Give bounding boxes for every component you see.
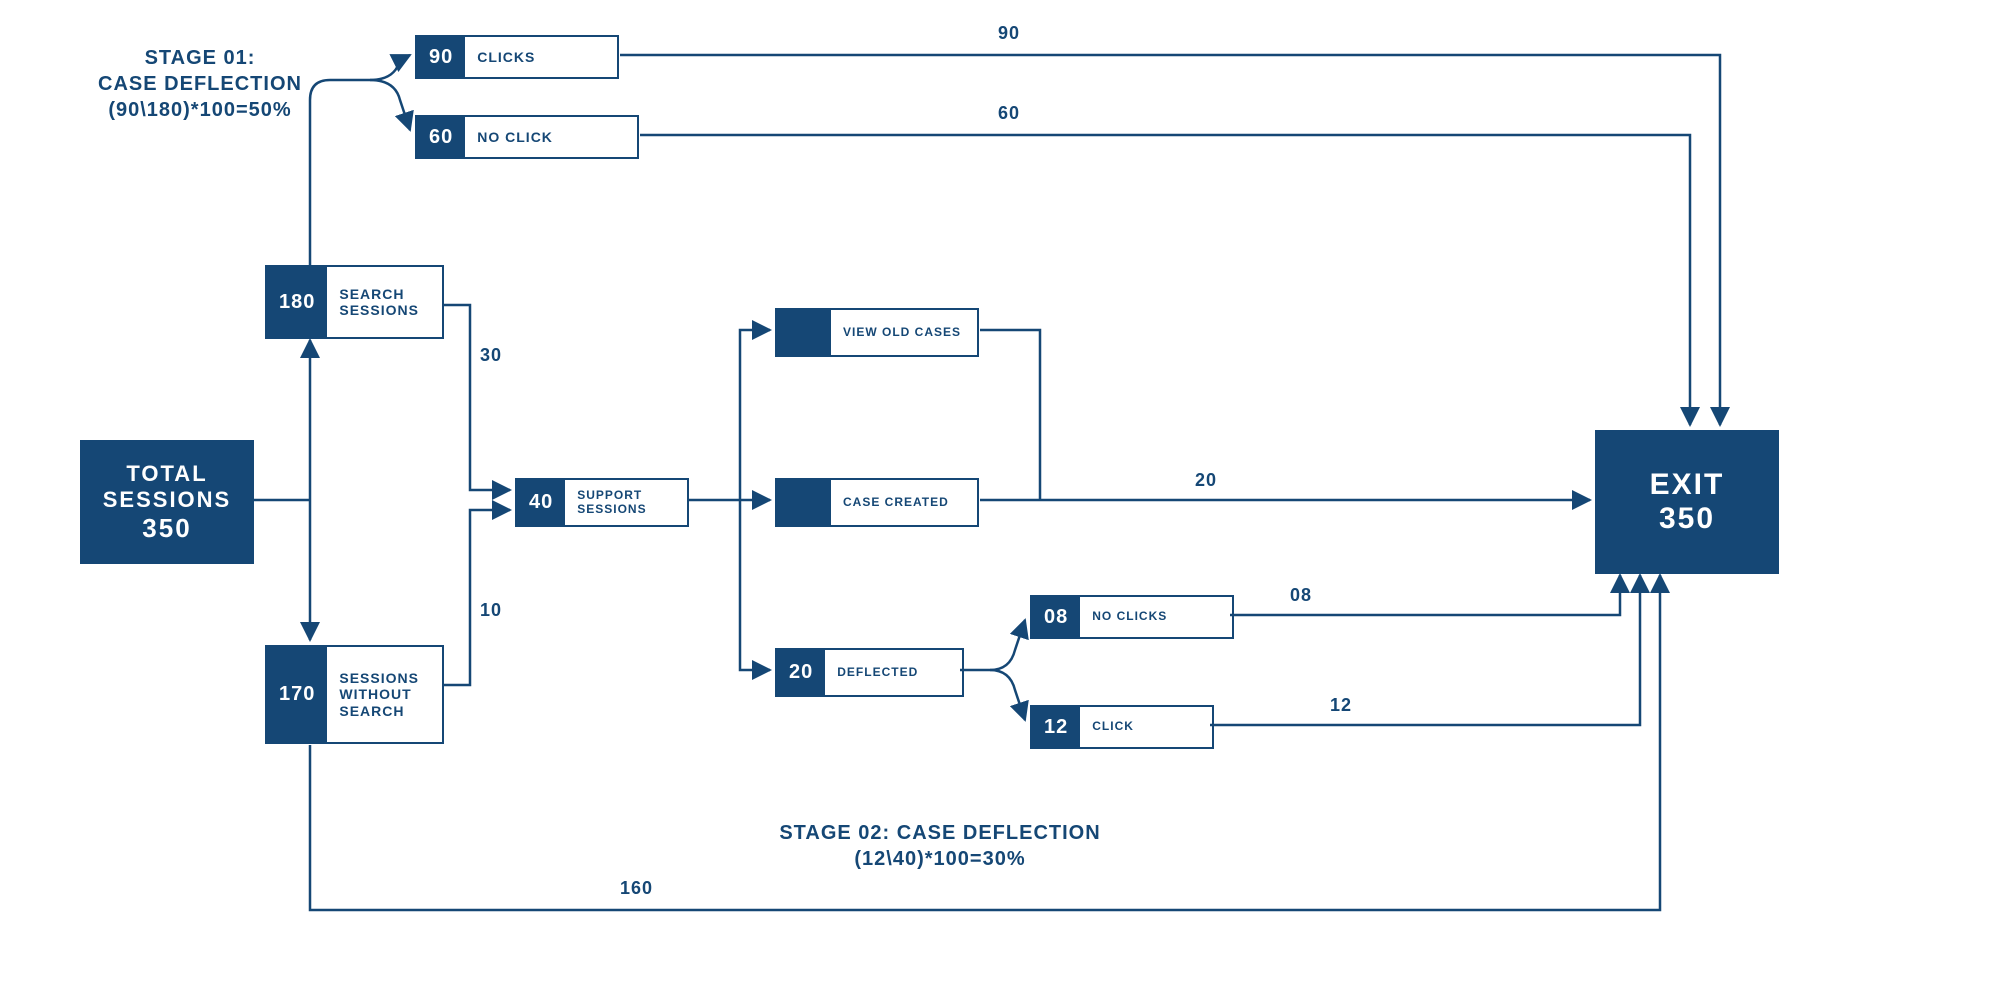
noclicks2-label: NO CLICKS [1080,597,1179,637]
noclicks2-value: 08 [1032,597,1080,637]
stage-02-label: STAGE 02: CASE DEFLECTION (12\40)*100=30… [740,820,1140,872]
stage-01-line1: STAGE 01: [75,45,325,71]
viewold-label: VIEW OLD CASES [831,310,973,355]
clicks-label: CLICKS [465,37,547,77]
deflected-value: 20 [777,650,825,695]
casecreated-value [777,480,831,525]
node-total-sessions: TOTAL SESSIONS 350 [80,440,254,564]
viewold-value [777,310,831,355]
nosearch-value: 170 [267,647,327,742]
noclick-label: NO CLICK [465,117,565,157]
stage-01-line2: CASE DEFLECTION [75,71,325,97]
total-sessions-label1: TOTAL [126,461,207,487]
edge-label-30: 30 [480,345,502,366]
total-sessions-value: 350 [142,513,191,544]
edge-label-160: 160 [620,878,653,899]
deflected-label: DEFLECTED [825,650,930,695]
node-click-2: 12 CLICK [1030,705,1214,749]
node-deflected: 20 DEFLECTED [775,648,964,697]
stage-02-line2: (12\40)*100=30% [740,846,1140,872]
exit-value: 350 [1659,502,1715,536]
clicks-value: 90 [417,37,465,77]
casecreated-label: CASE CREATED [831,480,961,525]
support-value: 40 [517,480,565,525]
node-no-clicks-2: 08 NO CLICKS [1030,595,1234,639]
stage-01-line3: (90\180)*100=50% [75,97,325,123]
edge-label-10: 10 [480,600,502,621]
total-sessions-label2: SESSIONS [103,487,231,513]
noclick-value: 60 [417,117,465,157]
node-support-sessions: 40 SUPPORT SESSIONS [515,478,689,527]
search-sessions-value: 180 [267,267,327,337]
node-clicks: 90 CLICKS [415,35,619,79]
exit-label: EXIT [1650,468,1725,502]
node-no-click: 60 NO CLICK [415,115,639,159]
search-sessions-label: SEARCH SESSIONS [327,267,442,337]
edge-label-08: 08 [1290,585,1312,606]
node-case-created: CASE CREATED [775,478,979,527]
edge-label-60: 60 [998,103,1020,124]
edge-label-90: 90 [998,23,1020,44]
support-label: SUPPORT SESSIONS [565,480,687,525]
click2-value: 12 [1032,707,1080,747]
stage-02-line1: STAGE 02: CASE DEFLECTION [740,820,1140,846]
node-search-sessions: 180 SEARCH SESSIONS [265,265,444,339]
nosearch-label: SESSIONS WITHOUT SEARCH [327,647,442,742]
stage-01-label: STAGE 01: CASE DEFLECTION (90\180)*100=5… [75,45,325,123]
click2-label: CLICK [1080,707,1146,747]
edge-label-12: 12 [1330,695,1352,716]
edge-label-20: 20 [1195,470,1217,491]
node-view-old-cases: VIEW OLD CASES [775,308,979,357]
node-sessions-without-search: 170 SESSIONS WITHOUT SEARCH [265,645,444,744]
node-exit: EXIT 350 [1595,430,1779,574]
